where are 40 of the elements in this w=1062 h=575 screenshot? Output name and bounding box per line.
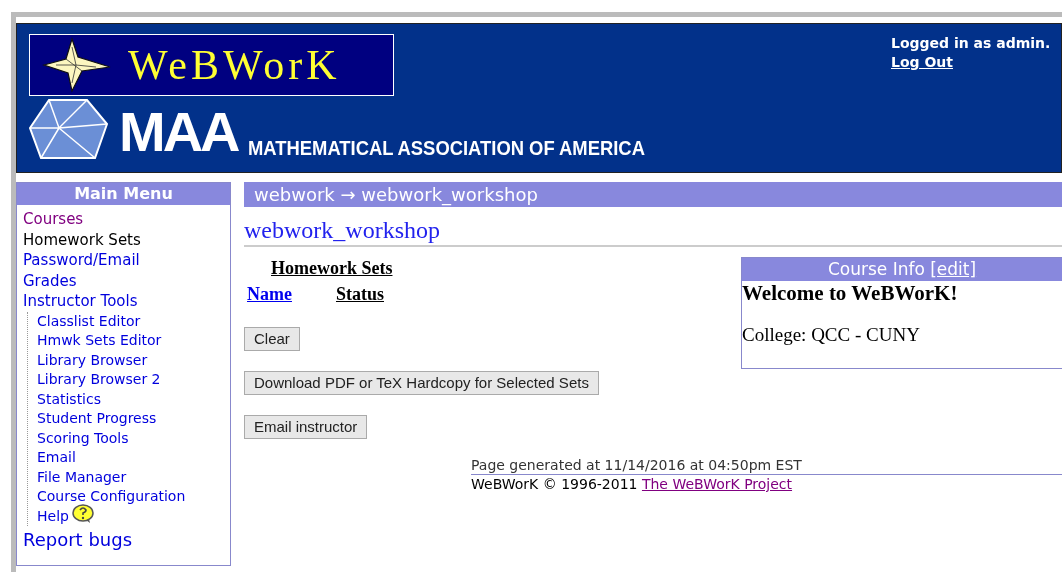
star-icon [42, 37, 112, 93]
help-icon[interactable] [71, 504, 94, 525]
menu-item[interactable]: Library Browser [37, 350, 148, 370]
project-link[interactable]: The WeBWorK Project [641, 476, 793, 492]
menu-item[interactable]: Student Progress [37, 409, 157, 429]
action-button[interactable]: Email instructor [244, 415, 368, 439]
menu-item[interactable]: Classlist Editor [37, 311, 141, 331]
menu-item[interactable]: File Manager [37, 467, 127, 487]
polyhedron-icon [29, 98, 109, 160]
menu-item[interactable]: Scoring Tools [37, 428, 129, 448]
maa-name: MATHEMATICAL ASSOCIATION OF AMERICA [247, 138, 645, 158]
panel-title: Course Info [827, 259, 925, 279]
breadcrumb-bar: webwork → webwork_workshop [244, 182, 1062, 207]
menu-item[interactable]: Email [37, 448, 76, 468]
report-bugs-link[interactable]: Report bugs [23, 528, 230, 552]
column-header: Status [336, 283, 384, 305]
logout-link[interactable]: Log Out [891, 53, 953, 72]
generated-text: Page generated at 11/14/2016 at 04:50pm EST [471, 457, 1062, 475]
table-caption: Homework Sets [271, 257, 393, 279]
menu-item[interactable]: Password/Email [23, 250, 140, 271]
login-status: Logged in as admin. [891, 34, 1052, 53]
menu-item[interactable]: Library Browser 2 [37, 370, 161, 390]
action-button[interactable]: Download PDF or TeX Hardcopy for Selected Sets [244, 371, 599, 395]
welcome-heading: Welcome to WeBWorK! [742, 281, 959, 305]
menu-item[interactable]: Homework Sets [23, 229, 141, 250]
menu-item[interactable]: Hmwk Sets Editor [37, 331, 162, 351]
copyright-text: WeBWorK © 1996-2011 [471, 476, 638, 492]
menu-item[interactable]: Help [37, 506, 69, 526]
page-title: webwork_workshop [244, 215, 1062, 247]
menu-item[interactable]: Courses [23, 209, 84, 230]
sidebar-title: Main Menu [17, 183, 230, 205]
college-text: College: QCC - CUNY [742, 323, 921, 347]
menu-item[interactable]: Instructor Tools [23, 291, 138, 312]
menu-item[interactable]: Grades [23, 270, 77, 291]
menu-item[interactable]: Course Configuration [37, 487, 186, 507]
menu-item[interactable]: Statistics [37, 389, 101, 409]
logo-text: WeBWorK [128, 44, 341, 86]
maa-wordmark: MAA [119, 104, 238, 160]
column-header[interactable]: Name [247, 283, 292, 305]
action-button[interactable]: Clear [244, 327, 300, 351]
